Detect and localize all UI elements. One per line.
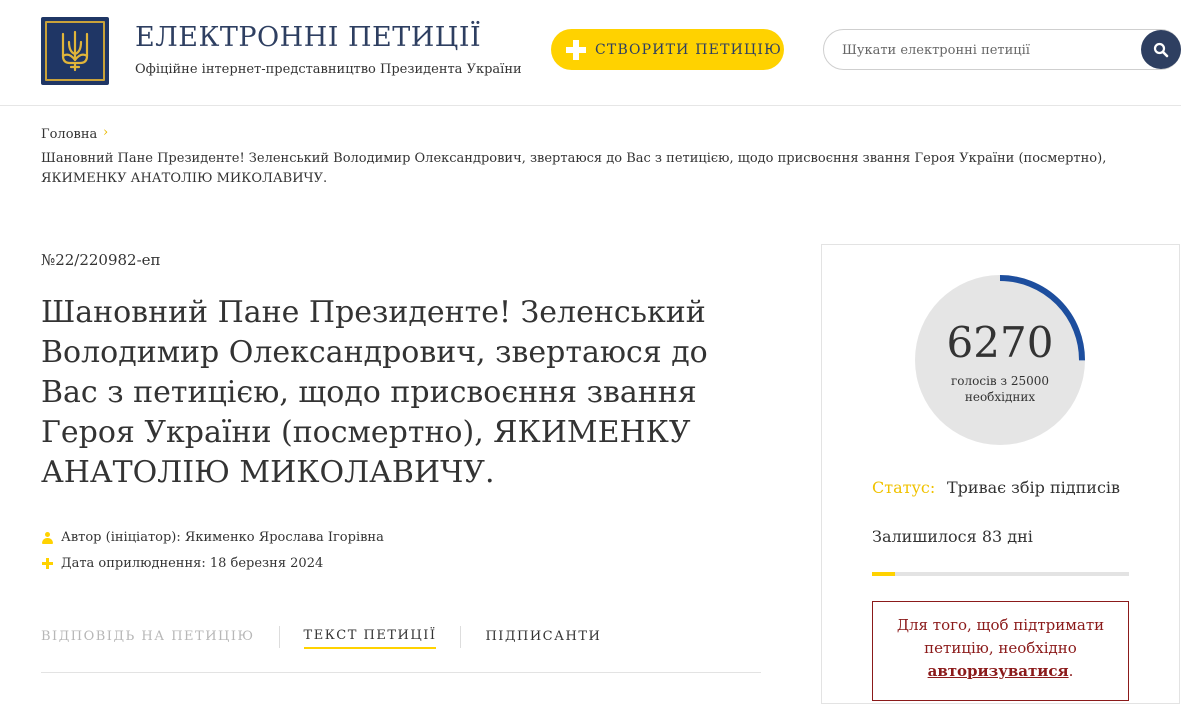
plus-icon bbox=[41, 558, 53, 569]
create-petition-label: СТВОРИТИ ПЕТИЦІЮ bbox=[595, 41, 783, 58]
auth-notice: Для того, щоб підтримати петицію, необхі… bbox=[872, 601, 1129, 701]
auth-text: Для того, щоб підтримати петицію, необхі… bbox=[896, 616, 1105, 657]
tab-answer[interactable]: ВІДПОВІДЬ НА ПЕТИЦІЮ bbox=[41, 626, 255, 648]
tab-signers[interactable]: ПІДПИСАНТИ bbox=[485, 626, 601, 648]
status-label: Статус: bbox=[872, 478, 936, 497]
site-title[interactable]: ЕЛЕКТРОННІ ПЕТИЦІЇ bbox=[135, 22, 481, 53]
tab-divider bbox=[460, 626, 462, 648]
search-box bbox=[823, 29, 1181, 70]
plus-icon bbox=[566, 39, 586, 60]
create-petition-button[interactable]: СТВОРИТИ ПЕТИЦІЮ bbox=[551, 29, 784, 70]
search-button[interactable] bbox=[1141, 30, 1181, 69]
user-icon bbox=[41, 531, 53, 544]
days-progress-bar bbox=[872, 572, 1129, 576]
search-input[interactable] bbox=[840, 38, 1130, 62]
trident-icon bbox=[61, 30, 89, 72]
petition-date: Дата оприлюднення: 18 березня 2024 bbox=[41, 556, 323, 571]
petition-number: №22/220982-еп bbox=[41, 251, 161, 269]
tabs-divider-line bbox=[41, 672, 761, 673]
auth-end: . bbox=[1068, 662, 1074, 680]
date-text: Дата оприлюднення: 18 березня 2024 bbox=[61, 556, 324, 571]
petition-author: Автор (ініціатор): Якименко Ярослава Іго… bbox=[41, 530, 384, 545]
days-left: Залишилося 83 дні bbox=[872, 527, 1033, 546]
auth-link[interactable]: авторизуватися bbox=[928, 662, 1069, 680]
breadcrumb-separator: › bbox=[103, 125, 109, 140]
tab-petition-text[interactable]: ТЕКСТ ПЕТИЦІЇ bbox=[303, 625, 437, 649]
votes-caption: голосів з 25000 необхідних bbox=[950, 374, 1050, 404]
search-icon bbox=[1153, 42, 1169, 57]
breadcrumb-current: Шановний Пане Президенте! Зеленський Вол… bbox=[41, 151, 1107, 186]
breadcrumb-home-link[interactable]: Головна bbox=[41, 127, 97, 142]
votes-count: 6270 bbox=[946, 318, 1054, 367]
days-progress-fill bbox=[872, 572, 896, 576]
site-subtitle: Офіційне інтернет-представництво Президе… bbox=[135, 62, 522, 77]
status-value: Триває збір підписів bbox=[947, 478, 1121, 497]
site-header: ЕЛЕКТРОННІ ПЕТИЦІЇ Офіційне інтернет-пре… bbox=[0, 0, 1181, 106]
petition-title: Шановний Пане Президенте! Зеленський Вол… bbox=[41, 295, 708, 490]
tab-divider bbox=[278, 626, 280, 648]
author-text: Автор (ініціатор): Якименко Ярослава Іго… bbox=[61, 530, 384, 545]
site-logo[interactable] bbox=[41, 17, 109, 85]
petition-tabs: ВІДПОВІДЬ НА ПЕТИЦІЮ ТЕКСТ ПЕТИЦІЇ ПІДПИ… bbox=[41, 624, 601, 650]
